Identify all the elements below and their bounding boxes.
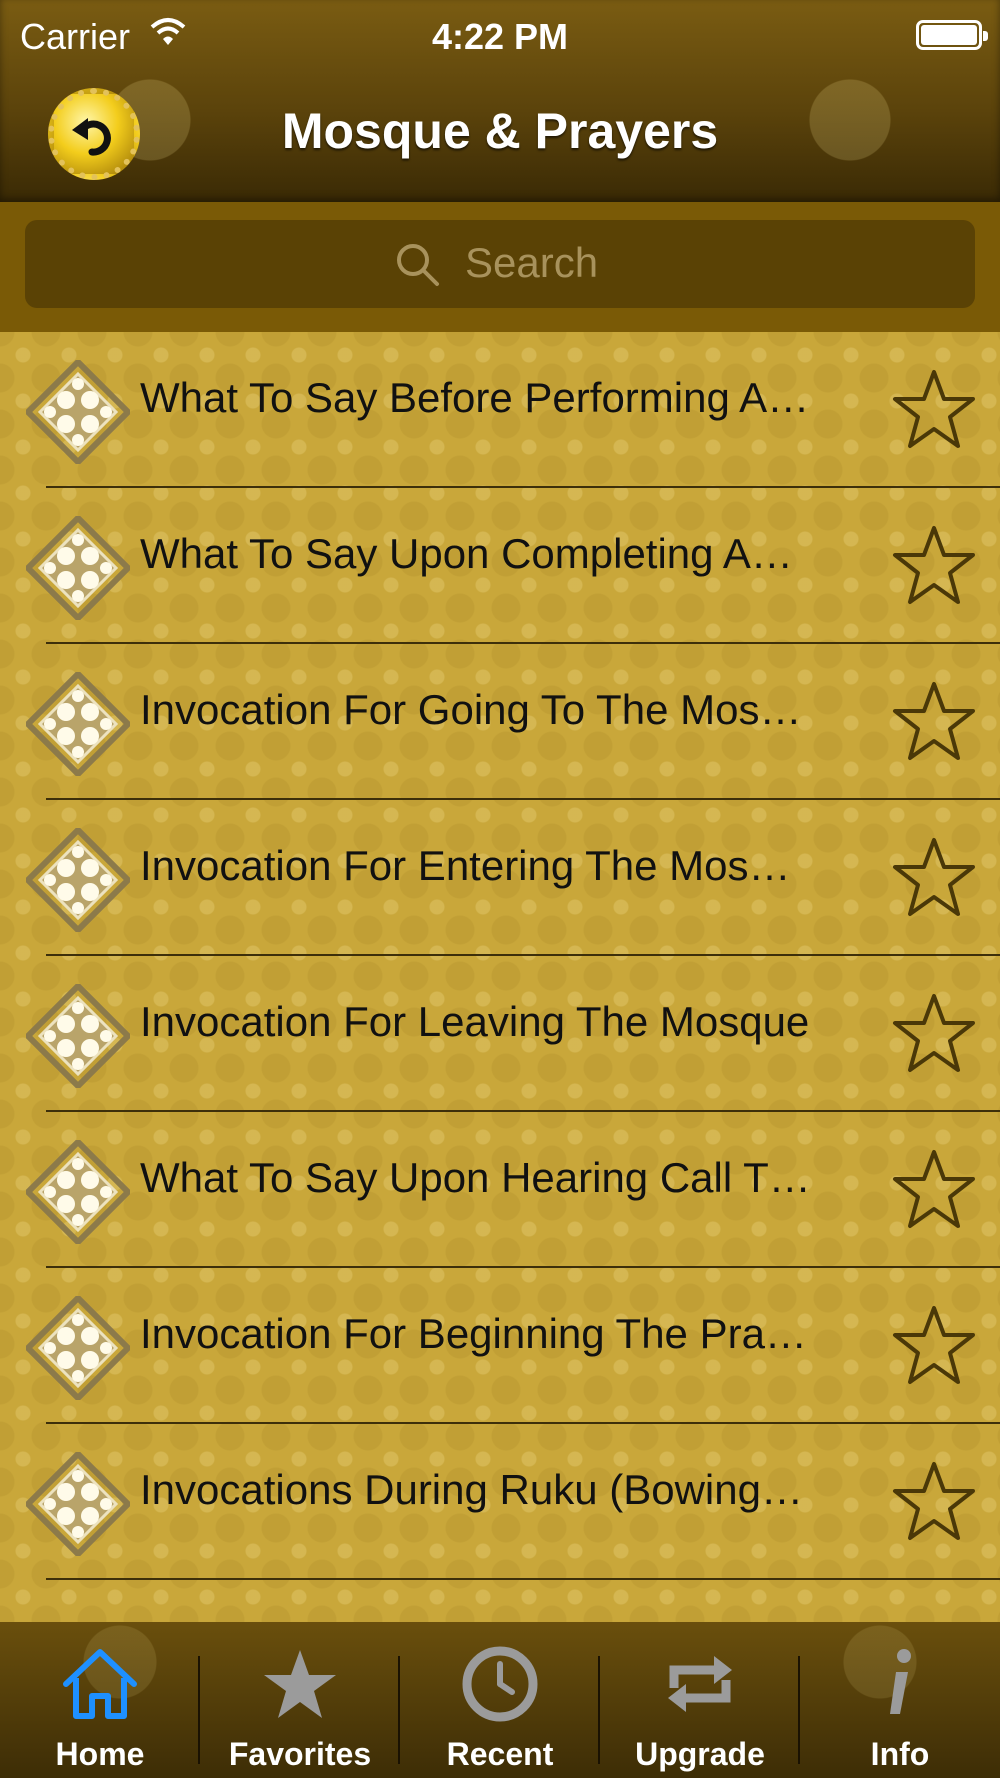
list-item[interactable]: What To Say Upon Hearing Call T…: [0, 1112, 1000, 1268]
tab-bar: Home Favorites Recent Upgrade Info: [0, 1622, 1000, 1778]
list-item-label: Invocation For Going To The Mos…: [140, 686, 802, 733]
list-item[interactable]: Invocation For Going To The Mos…: [0, 644, 1000, 800]
ornament-icon: [26, 1140, 130, 1244]
tab-label: Favorites: [228, 1736, 372, 1772]
list-item[interactable]: What To Say Before Performing A…: [0, 332, 1000, 488]
clock-icon: [462, 1646, 538, 1722]
status-bar: Carrier 4:22 PM: [0, 10, 1000, 62]
favorite-star-icon[interactable]: [892, 1304, 976, 1388]
tab-upgrade[interactable]: Upgrade: [600, 1622, 800, 1778]
star-icon: [264, 1650, 336, 1718]
ornament-icon: [26, 1452, 130, 1556]
search-bar: Search: [0, 202, 1000, 332]
ornament-icon: [26, 984, 130, 1088]
favorite-star-icon[interactable]: [892, 1148, 976, 1232]
tab-label: Recent: [446, 1736, 554, 1772]
list-item-label: What To Say Upon Hearing Call T…: [140, 1154, 811, 1201]
info-icon: [890, 1649, 911, 1714]
list-item[interactable]: What To Say Upon Completing A…: [0, 488, 1000, 644]
list-item[interactable]: Invocation For Beginning The Pra…: [0, 1268, 1000, 1424]
tab-favorites[interactable]: Favorites: [200, 1622, 400, 1778]
repeat-icon: [668, 1656, 732, 1712]
tab-recent[interactable]: Recent: [400, 1622, 600, 1778]
invocation-list: What To Say Before Performing A… What To…: [0, 332, 1000, 1622]
ornament-icon: [26, 828, 130, 932]
ornament-icon: [26, 516, 130, 620]
list-item-label: Invocation For Leaving The Mosque: [140, 998, 810, 1045]
list-item-label: Invocations During Ruku (Bowing…: [140, 1466, 803, 1513]
page-title: Mosque & Prayers: [281, 103, 719, 159]
ornament-icon: [26, 1296, 130, 1400]
tab-home[interactable]: Home: [0, 1622, 200, 1778]
favorite-star-icon[interactable]: [892, 524, 976, 608]
favorite-star-icon[interactable]: [892, 992, 976, 1076]
list-item[interactable]: Invocation For Entering The Mos…: [0, 800, 1000, 956]
tab-label: Info: [870, 1736, 930, 1772]
ornament-icon: [26, 360, 130, 464]
tab-label: Upgrade: [635, 1736, 765, 1772]
favorite-star-icon[interactable]: [892, 368, 976, 452]
favorite-star-icon[interactable]: [892, 836, 976, 920]
list-item-label: What To Say Upon Completing A…: [140, 530, 793, 577]
search-icon: [397, 244, 439, 286]
favorite-star-icon[interactable]: [892, 1460, 976, 1544]
navigation-bar: Carrier 4:22 PM Mosque & Prayers: [0, 0, 1000, 202]
list-item[interactable]: Invocations During Ruku (Bowing…: [0, 1424, 1000, 1580]
ornament-icon: [26, 672, 130, 776]
favorite-star-icon[interactable]: [892, 680, 976, 764]
list-item-label: What To Say Before Performing A…: [140, 374, 810, 421]
tab-info[interactable]: Info: [800, 1622, 1000, 1778]
home-icon: [63, 1649, 137, 1719]
clock-label: 4:22 PM: [431, 16, 569, 57]
row-divider: [46, 1578, 1000, 1580]
list-item-label: Invocation For Entering The Mos…: [140, 842, 791, 889]
list-item[interactable]: Invocation For Leaving The Mosque: [0, 956, 1000, 1112]
list-item-label: Invocation For Beginning The Pra…: [140, 1310, 807, 1357]
search-placeholder: Search: [465, 239, 599, 286]
tab-label: Home: [55, 1736, 145, 1772]
search-input[interactable]: Search: [25, 220, 975, 308]
battery-icon: [916, 20, 988, 50]
